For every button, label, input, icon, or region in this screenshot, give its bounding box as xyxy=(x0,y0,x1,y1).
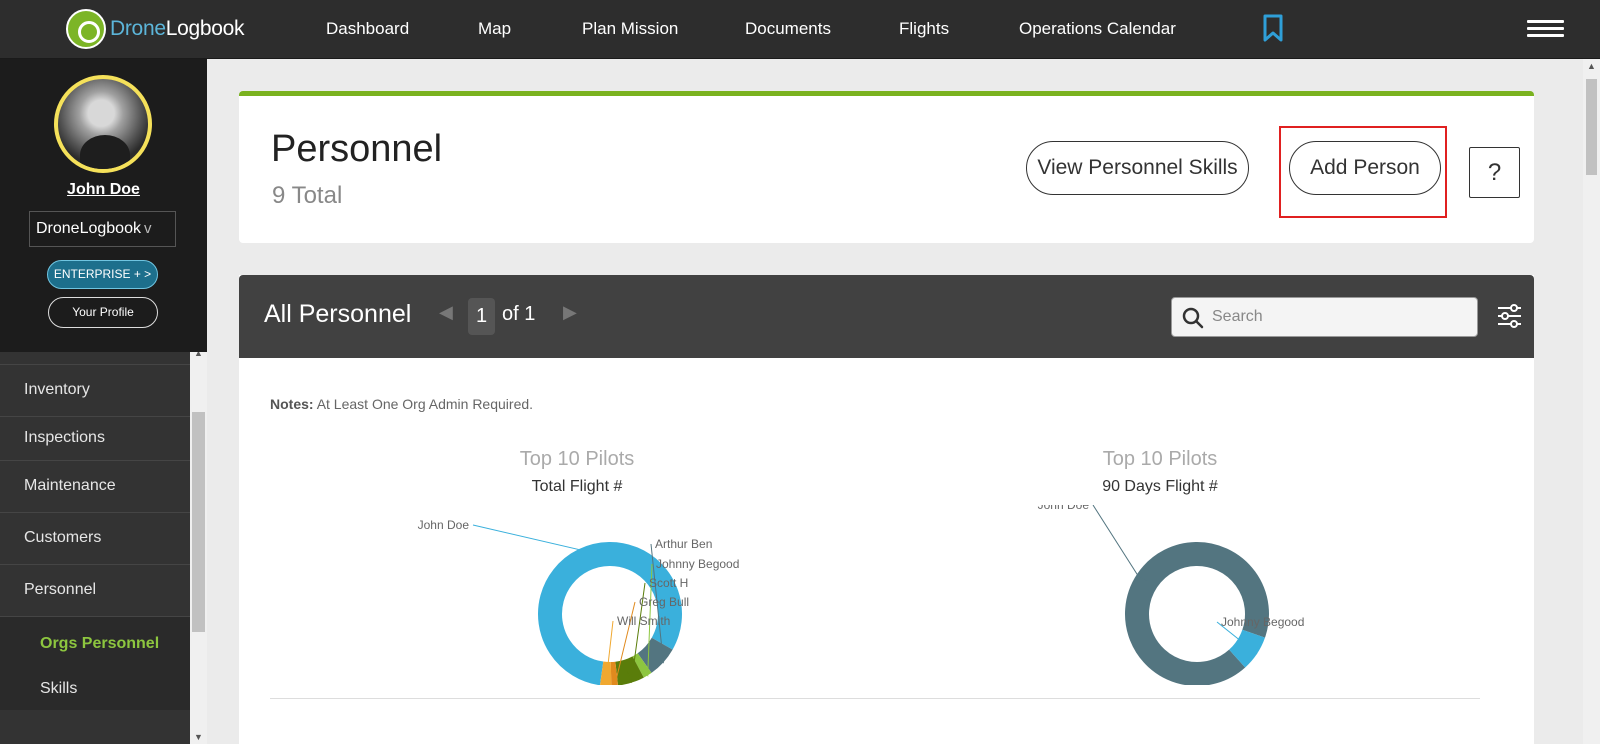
sidebar-item-personnel[interactable]: Personnel xyxy=(0,565,190,617)
nav-documents[interactable]: Documents xyxy=(745,0,831,59)
filter-sliders-icon[interactable] xyxy=(1497,304,1522,329)
chart1-title: Top 10 Pilots xyxy=(519,448,635,470)
label-john-doe: John Doe xyxy=(1038,505,1090,512)
label-johnny-begood: Johnny Begood xyxy=(656,557,739,571)
slice-johnny-begood[interactable] xyxy=(1228,629,1265,668)
sidebar-item-customers[interactable]: Customers xyxy=(0,513,190,565)
sidebar-item-inspections[interactable]: Inspections xyxy=(0,417,190,461)
label-johnny-begood: Johnny Begood xyxy=(1221,615,1304,629)
enterprise-button[interactable]: ENTERPRISE + > xyxy=(47,260,158,289)
panel-toolbar: All Personnel ◀ 1 of 1 ▶ xyxy=(239,275,1534,358)
label-will-smith: Will Smith xyxy=(617,614,670,628)
label-john-doe: John Doe xyxy=(418,518,470,532)
personnel-total: 9 Total xyxy=(272,182,343,209)
chart2-subtitle: 90 Days Flight # xyxy=(1102,478,1218,495)
chart2-title: Top 10 Pilots xyxy=(1102,448,1218,470)
page-scrollbar[interactable]: ▲ xyxy=(1583,59,1600,744)
prev-page-icon[interactable]: ◀ xyxy=(439,302,453,323)
page-number-input[interactable]: 1 xyxy=(468,298,495,335)
nav-flights[interactable]: Flights xyxy=(899,0,949,59)
all-personnel-panel: All Personnel ◀ 1 of 1 ▶ Notes: At Least… xyxy=(239,275,1534,744)
nav-map[interactable]: Map xyxy=(478,0,511,59)
your-profile-button[interactable]: Your Profile xyxy=(48,297,158,328)
notes-text: Notes: At Least One Org Admin Required. xyxy=(270,396,534,412)
page-scroll-thumb[interactable] xyxy=(1586,79,1597,175)
help-button[interactable]: ? xyxy=(1469,147,1520,198)
nav-plan-mission[interactable]: Plan Mission xyxy=(582,0,678,59)
brand-name: DroneLogbook xyxy=(110,17,245,40)
scroll-down-arrow-icon[interactable]: ▼ xyxy=(190,732,207,742)
bookmark-icon[interactable] xyxy=(1262,14,1284,42)
slice-arthur-ben[interactable] xyxy=(637,637,673,673)
search-icon xyxy=(1182,307,1204,329)
nav-operations-calendar[interactable]: Operations Calendar xyxy=(1019,0,1176,59)
sidebar-item-maintenance[interactable]: Maintenance xyxy=(0,461,190,513)
page-title: Personnel xyxy=(271,128,443,170)
chart1-subtitle: Total Flight # xyxy=(531,478,623,495)
chart1-donut: John Doe Arthur Ben Johnny Begood Scott H Gr… xyxy=(418,518,739,685)
sidebar-scroll-thumb[interactable] xyxy=(192,412,205,632)
label-arthur-ben: Arthur Ben xyxy=(655,537,712,551)
personnel-header-card: Personnel 9 Total View Personnel Skills … xyxy=(239,91,1534,243)
brand-logo[interactable]: DroneLogbook xyxy=(66,9,244,49)
leader-john-doe xyxy=(472,524,584,561)
chart2-donut: John Doe Johnny Begood xyxy=(1038,505,1304,685)
section-divider xyxy=(270,698,1480,699)
user-name-link[interactable]: John Doe xyxy=(0,181,207,199)
page-scroll-up-icon[interactable]: ▲ xyxy=(1583,61,1600,71)
avatar[interactable] xyxy=(54,75,152,173)
search-input[interactable] xyxy=(1212,302,1470,332)
slice-scott-h[interactable] xyxy=(614,656,644,685)
sidebar-item-inventory[interactable]: Inventory xyxy=(0,365,190,417)
org-selector[interactable]: DroneLogbook v xyxy=(29,211,176,247)
label-scott-h: Scott H xyxy=(649,576,688,590)
personnel-submenu: Orgs Personnel Skills xyxy=(0,617,190,710)
panel-title: All Personnel xyxy=(264,300,412,328)
top-navbar: DroneLogbook Dashboard Map Plan Mission … xyxy=(0,0,1600,59)
slice-johnny-begood[interactable] xyxy=(632,653,652,678)
next-page-icon[interactable]: ▶ xyxy=(563,302,577,323)
chevron-down-icon: v xyxy=(143,220,152,237)
label-greg-bull: Greg Bull xyxy=(639,595,689,609)
nav-dashboard[interactable]: Dashboard xyxy=(326,0,409,59)
page-count: of 1 xyxy=(502,303,536,325)
profile-section: John Doe DroneLogbook v ENTERPRISE + > Yo… xyxy=(0,59,207,352)
view-personnel-skills-button[interactable]: View Personnel Skills xyxy=(1026,141,1249,195)
org-selector-value: DroneLogbook xyxy=(36,220,141,237)
sidebar-item-orgs-personnel[interactable]: Orgs Personnel xyxy=(0,617,190,667)
add-person-button[interactable]: Add Person xyxy=(1289,141,1441,195)
drone-logo-icon xyxy=(66,9,106,49)
sidebar-menu: Projects Inventory Inspections Maintenan… xyxy=(0,341,190,710)
search-box xyxy=(1171,297,1478,337)
hamburger-menu-icon[interactable] xyxy=(1527,20,1564,38)
sidebar: Projects Inventory Inspections Maintenan… xyxy=(0,59,207,744)
sidebar-scrollbar[interactable]: ▲ ▼ xyxy=(190,346,207,744)
sidebar-item-skills[interactable]: Skills xyxy=(0,667,190,710)
leader-john-doe xyxy=(1092,505,1148,582)
